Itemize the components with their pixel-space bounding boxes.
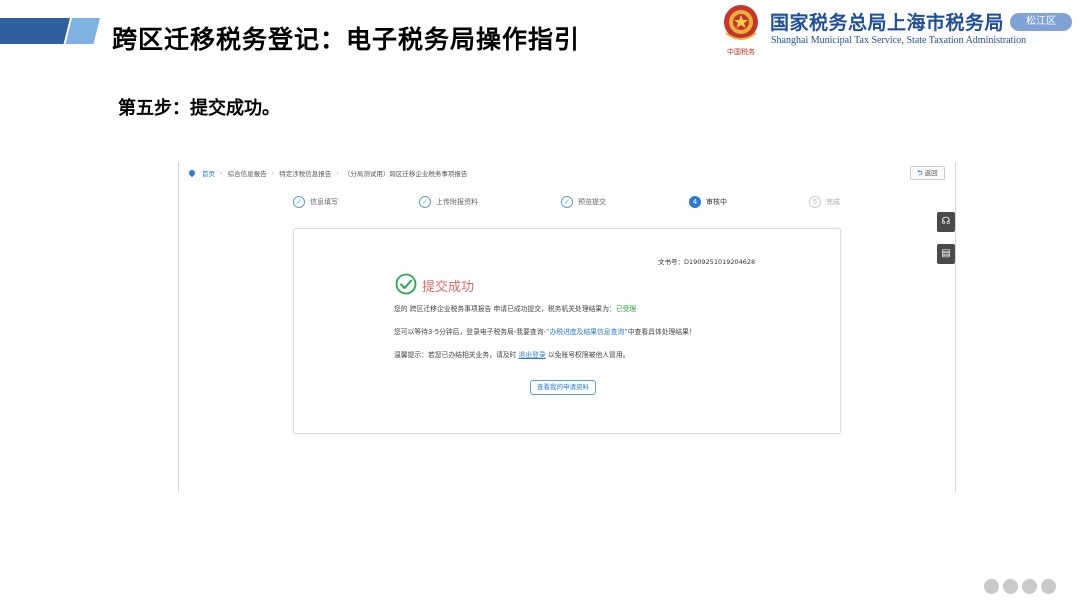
- brand-name-cn: 国家税务总局上海市税务局: [770, 12, 1005, 34]
- logout-tip-text: 温馨提示：若您已办结相关业务，请及时: [394, 351, 517, 359]
- breadcrumb-home[interactable]: 首页: [202, 168, 215, 178]
- slide-pager: [984, 579, 1056, 594]
- document-number: 文书号：D1909251019204628: [658, 258, 756, 266]
- headset-icon[interactable]: ☊: [937, 212, 955, 232]
- slide-title: 跨区迁移税务登记：电子税务局操作指引: [112, 25, 581, 54]
- breadcrumb-separator: ›: [271, 169, 275, 177]
- step-label: 审核中: [706, 198, 727, 206]
- pager-dot[interactable]: [1022, 579, 1037, 594]
- pager-dot[interactable]: [984, 579, 999, 594]
- side-toolbar: ☊ ▤: [937, 212, 955, 276]
- step-fill-info: ✓ 信息填写: [293, 196, 338, 208]
- step-label: 完成: [826, 198, 840, 206]
- logout-link[interactable]: 退出登录: [519, 351, 546, 359]
- query-hint-tail: 中查看具体处理结果！: [627, 328, 696, 336]
- district-badge: 松江区: [1010, 13, 1072, 31]
- pager-dot[interactable]: [1003, 579, 1018, 594]
- check-circle-icon: ✓: [293, 196, 305, 208]
- back-button[interactable]: ⮌ 返回: [910, 166, 945, 180]
- header-band-dark: [0, 18, 71, 44]
- step-number-badge: 4: [689, 196, 701, 208]
- step-number-badge: 5: [809, 196, 821, 208]
- check-circle-icon: ✓: [419, 196, 431, 208]
- query-link[interactable]: “办税进度及结果信息查询”: [546, 328, 628, 336]
- back-arrow-icon: ⮌: [917, 169, 923, 177]
- header-band-light: [65, 18, 100, 44]
- step-upload: ✓ 上传附报资料: [419, 196, 478, 208]
- breadcrumb-item: （分局测试用）跨区迁移企业税务事项报告: [343, 170, 468, 178]
- tax-emblem-icon: 中国税务: [724, 5, 758, 56]
- document-icon[interactable]: ▤: [937, 244, 955, 264]
- logout-tip-tail: 以免账号权限被他人冒用。: [547, 351, 630, 359]
- breadcrumb-separator: ›: [220, 169, 223, 177]
- view-application-button[interactable]: 查看我的申请资料: [530, 380, 596, 395]
- breadcrumb-item[interactable]: 特定涉税信息报告: [279, 168, 331, 178]
- check-circle-icon: ✓: [561, 196, 573, 208]
- back-button-label: 返回: [924, 169, 938, 177]
- logout-tip: 温馨提示：若您已办结相关业务，请及时 退出登录 以免账号权限被他人冒用。: [394, 349, 629, 359]
- result-message: 您的 跨区迁移企业税务事项报告 申请已成功提交，税务机关处理结果为：已受理: [394, 303, 636, 313]
- success-title: 提交成功: [422, 280, 475, 295]
- step-reviewing: 4 审核中: [689, 196, 727, 208]
- success-check-icon: [395, 273, 417, 295]
- breadcrumb-item[interactable]: 综合信息报告: [228, 168, 267, 178]
- result-card: 文书号：D1909251019204628 提交成功 您的 跨区迁移企业税务事项…: [293, 228, 841, 434]
- breadcrumb: 首页 › 综合信息报告 › 特定涉税信息报告 › （分局测试用）跨区迁移企业税务…: [187, 168, 468, 178]
- portal-screenshot: 首页 › 综合信息报告 › 特定涉税信息报告 › （分局测试用）跨区迁移企业税务…: [178, 162, 956, 492]
- step-heading: 第五步：提交成功。: [118, 98, 280, 119]
- breadcrumb-separator: ›: [336, 169, 339, 177]
- query-hint-text: 您可以等待3-5分钟后，登录电子税务局-我要查询-: [394, 328, 546, 336]
- location-pin-icon: [187, 168, 197, 178]
- step-preview-submit: ✓ 预览提交: [561, 196, 606, 208]
- step-label: 预览提交: [578, 198, 606, 206]
- brand-name-en: Shanghai Municipal Tax Service, State Ta…: [771, 35, 1027, 46]
- step-complete: 5 完成: [809, 196, 840, 208]
- step-label: 上传附报资料: [436, 198, 478, 206]
- step-label: 信息填写: [310, 198, 338, 206]
- result-message-text: 您的 跨区迁移企业税务事项报告 申请已成功提交，税务机关处理结果为：: [394, 305, 616, 313]
- query-hint: 您可以等待3-5分钟后，登录电子税务局-我要查询-“办税进度及结果信息查询”中查…: [394, 326, 696, 336]
- svg-text:中国税务: 中国税务: [727, 47, 755, 56]
- progress-steps: ✓ 信息填写 ✓ 上传附报资料 ✓ 预览提交 4 审核中 5 完成: [179, 196, 957, 212]
- status-accepted: 已受理: [615, 305, 637, 313]
- pager-dot[interactable]: [1041, 579, 1056, 594]
